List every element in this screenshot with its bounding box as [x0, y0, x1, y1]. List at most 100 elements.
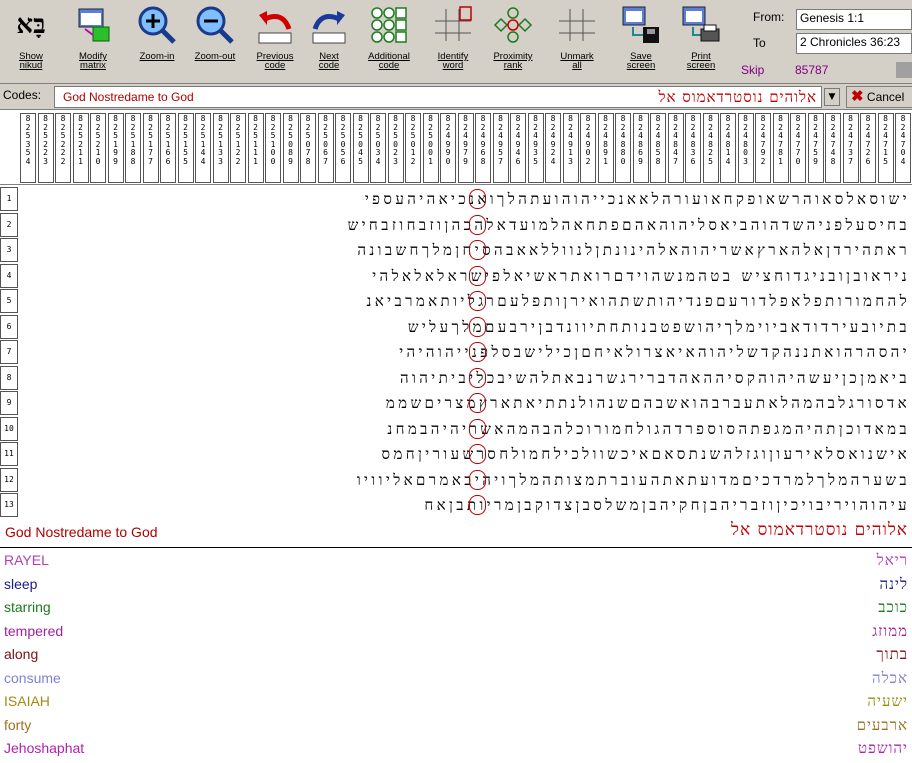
status-hebrew: אלוהים נוסטרדאמוס אל: [731, 520, 908, 540]
skip-column: 824935: [527, 113, 544, 183]
skip-column: 825023: [387, 113, 404, 183]
previous-code-button[interactable]: Previous code: [246, 2, 304, 82]
skip-column: 824715: [877, 113, 894, 183]
cancel-button[interactable]: ✖ Cancel: [846, 86, 912, 108]
code-letter-marker[interactable]: [469, 367, 486, 388]
skip-column: 824869: [632, 113, 649, 183]
additional-code-button[interactable]: Additional code: [360, 2, 418, 82]
matrix-row[interactable]: בשערהמלךלמרדכיםמדועתאתהעוברתמצותהמלךויהי…: [20, 468, 910, 492]
skip-column: 825067: [317, 113, 334, 183]
skip-column: 824759: [807, 113, 824, 183]
arrow-right-icon: [306, 2, 352, 48]
matrix-row[interactable]: יהסהרהואתננהקדשליהוהאיאצרולאיחםןכילישבסל…: [20, 340, 910, 364]
unmark-all-button[interactable]: Unmark all: [548, 2, 606, 82]
legend-word: forty: [4, 716, 32, 733]
printer-icon: [678, 2, 724, 48]
skip-column: 824891: [597, 113, 614, 183]
skip-column: 824979: [457, 113, 474, 183]
matrix-row[interactable]: בתיובעירדודאביוימלךיהושפטבנותחתיוונדבןיר…: [20, 315, 910, 339]
zoom-out-button[interactable]: Zoom-out: [186, 2, 244, 82]
identify-icon: [430, 2, 476, 48]
skip-column: 825199: [107, 113, 124, 183]
matrix-row[interactable]: במאדוכןתהיהמגפתהסוספרדהגולחמורוכלהבהמהאש…: [20, 417, 910, 441]
proximity-icon: [490, 2, 536, 48]
codes-select[interactable]: God Nostredame to God אלוהים נוסטרדאמוס …: [54, 86, 822, 108]
row-number: 13: [0, 493, 18, 517]
code-letter-marker[interactable]: [469, 214, 486, 235]
matrix-row[interactable]: אישנואסלאירעוןוגזלהשנתסאםאיכשוולכילחמולח…: [20, 442, 910, 466]
modify-matrix-button[interactable]: Modify matrix: [64, 2, 122, 82]
identify-word-button[interactable]: Identify word: [424, 2, 482, 82]
code-letter-marker[interactable]: [469, 342, 486, 362]
skip-column: 825223: [37, 113, 54, 183]
row-number: 4: [0, 263, 18, 288]
skip-column: 824704: [895, 113, 911, 183]
code-letter-marker[interactable]: [469, 316, 486, 337]
chevron-down-icon[interactable]: ▼: [824, 88, 840, 106]
legend-hebrew: כוכב: [878, 598, 908, 616]
show-nikud-button[interactable]: בָּא Show nikud: [2, 2, 60, 82]
row-number: 1: [0, 187, 18, 211]
code-letter-marker[interactable]: [469, 393, 486, 413]
row-number: 7: [0, 340, 18, 364]
legend: RAYEL ריאל sleep לינה starring כוכב tempered ממ…: [0, 549, 912, 763]
skip-column: 825354: [20, 113, 36, 183]
skip-column: 825155: [177, 113, 194, 183]
zoom-in-icon: [134, 2, 180, 48]
code-letter-marker[interactable]: [469, 265, 486, 286]
skip-column: 825222: [55, 113, 71, 183]
code-letter-marker[interactable]: [469, 240, 486, 260]
row-number: 2: [0, 212, 18, 237]
letter-matrix: 1 ישוסאלסאוהרשאופקחאועורהלאאנכייהוהועתהלך…: [0, 185, 912, 518]
zoom-in-button[interactable]: Zoom-in: [128, 2, 186, 82]
row-number: 11: [0, 442, 18, 466]
matrix-row[interactable]: להחמורותפלאפלדורעםפנדיהותשתהואירןותפלעםר…: [20, 289, 910, 313]
code-letter-marker[interactable]: [469, 444, 486, 464]
print-screen-button[interactable]: Print screen: [672, 2, 730, 82]
code-letter-marker[interactable]: [469, 469, 486, 490]
next-code-button[interactable]: Next code: [300, 2, 358, 82]
close-icon: ✖: [851, 88, 864, 105]
row-number: 9: [0, 391, 18, 415]
codes-value: God Nostredame to God: [63, 90, 194, 104]
matrix-row[interactable]: אדסורגלבהמהלאתעברבהואשבהםשנהולנתתיאתארץמ…: [20, 391, 910, 415]
code-letter-marker[interactable]: [469, 189, 486, 209]
skip-column: 825210: [90, 113, 106, 183]
from-field[interactable]: Genesis 1:1: [796, 9, 912, 30]
skip-column: 825056: [335, 113, 351, 183]
code-letter-marker[interactable]: [469, 418, 486, 439]
legend-hebrew: יהושפט: [858, 739, 908, 757]
save-screen-button[interactable]: Save screen: [612, 2, 670, 82]
skip-column: 824946: [510, 113, 526, 183]
codes-bar: Codes: God Nostredame to God אלוהים נוסט…: [0, 84, 912, 110]
legend-hebrew: לינה: [879, 574, 908, 593]
letter-grid-icon: [366, 2, 412, 48]
unmark-icon: [554, 2, 600, 48]
matrix-row[interactable]: ביאמןכןיעשהיהוהקסיההאהדברירגשרנבאתלהשיבכ…: [20, 366, 910, 390]
legend-word: consume: [4, 669, 61, 686]
skip-column: 824836: [685, 113, 701, 183]
scroll-handle[interactable]: [896, 62, 912, 78]
legend-word: starring: [4, 599, 51, 615]
skip-column: 824803: [737, 113, 754, 183]
code-letter-marker[interactable]: [469, 291, 486, 311]
matrix-row[interactable]: ראתהירדןאלהארץאשריהוהאלהינונתןלנווללאאבה…: [20, 238, 910, 262]
code-letter-marker[interactable]: [469, 495, 486, 515]
skip-column: 825177: [142, 113, 159, 183]
legend-word: tempered: [4, 622, 64, 639]
legend-hebrew: בתוך: [876, 645, 908, 663]
proximity-rank-button[interactable]: Proximity rank: [484, 2, 542, 82]
skip-column: 825133: [212, 113, 229, 183]
to-field[interactable]: 2 Chronicles 36:23: [796, 33, 912, 54]
matrix-row[interactable]: עיהוהויריבויכיןוזבריהבןחקיהבןמשלסבןצדוקב…: [20, 493, 910, 517]
skip-column: 825111: [247, 113, 264, 183]
legend-word: Jehoshaphat: [4, 740, 85, 756]
matrix-row[interactable]: ניראובןובניגדוחציש בטהמנשהוידםרואתראשיאל…: [20, 264, 910, 288]
legend-word: sleep: [4, 575, 38, 592]
to-label: To: [753, 36, 766, 50]
matrix-row[interactable]: ישוסאלסאוהרשאופקחאועורהלאאנכייהוהועתהלךו…: [20, 187, 910, 211]
matrix-row[interactable]: בחיסעלפניהשדהוהביאסליהוהאהםפתחאהלמועדאלה…: [20, 213, 910, 237]
skip-column: 824913: [562, 113, 579, 183]
skip-value: 85787: [795, 63, 829, 77]
skip-column: 825078: [300, 113, 316, 183]
